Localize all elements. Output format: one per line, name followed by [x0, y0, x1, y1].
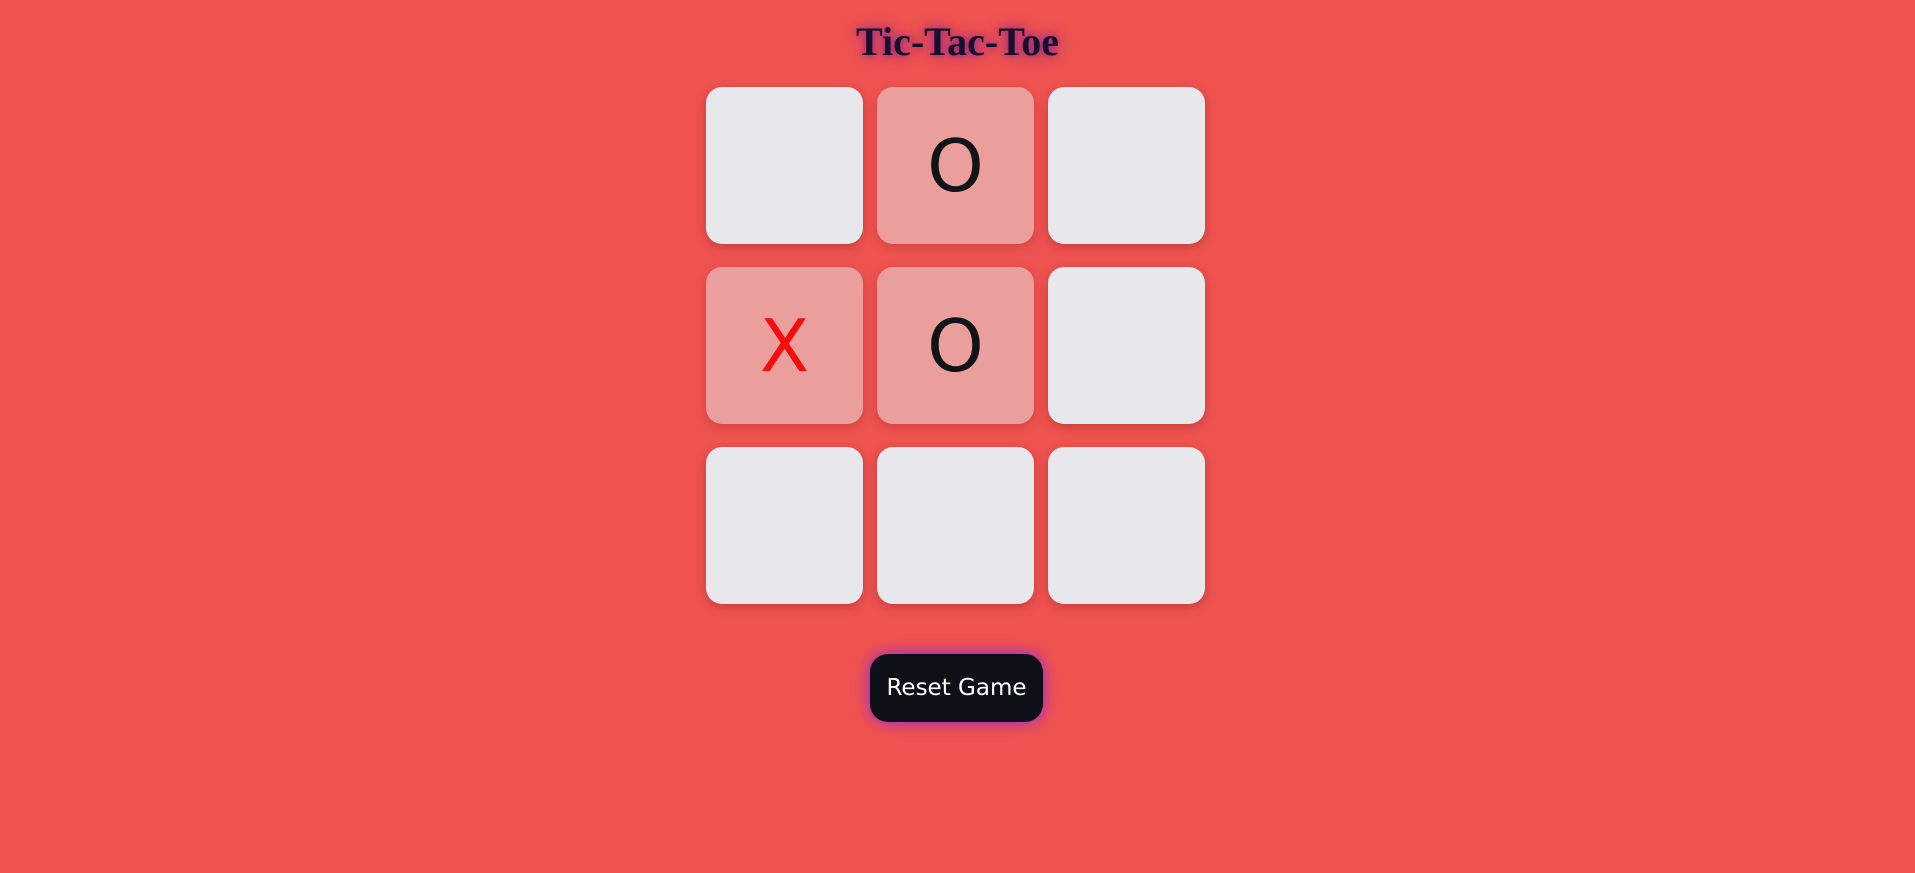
board-cell-9[interactable] — [1048, 447, 1205, 604]
board-cell-2[interactable]: O — [877, 87, 1034, 244]
game-board: O X O — [706, 87, 1206, 604]
board-cell-8[interactable] — [877, 447, 1034, 604]
board-cell-7[interactable] — [706, 447, 863, 604]
board-cell-6[interactable] — [1048, 267, 1205, 424]
board-cell-5[interactable]: O — [877, 267, 1034, 424]
board-cell-4[interactable]: X — [706, 267, 863, 424]
board-cell-1[interactable] — [706, 87, 863, 244]
reset-game-button[interactable]: Reset Game — [870, 654, 1043, 722]
board-cell-3[interactable] — [1048, 87, 1205, 244]
page-title: Tic-Tac-Toe — [856, 19, 1059, 64]
